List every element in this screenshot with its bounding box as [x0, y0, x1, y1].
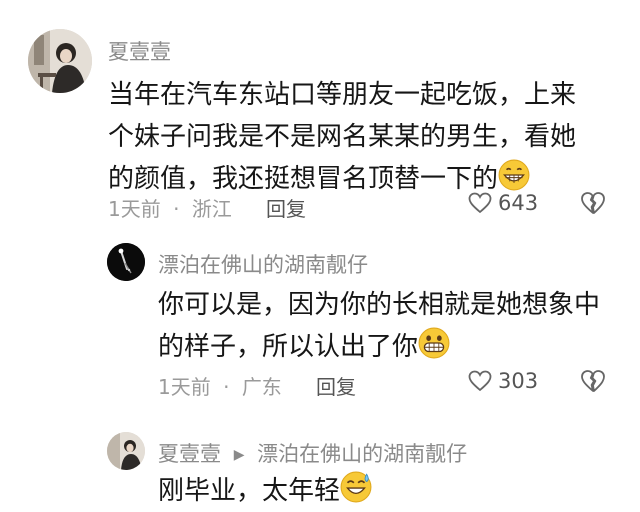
grimacing-face-icon — [418, 327, 450, 359]
meta-separator: · — [173, 197, 180, 221]
comment-location: 浙江 — [191, 197, 232, 221]
reply-button[interactable]: 回复 — [316, 371, 356, 400]
reply-header: 夏壹壹 ▶ 漂泊在佛山的湖南靓仔 — [158, 438, 467, 468]
comment-time: 1天前 — [108, 197, 161, 221]
heart-icon — [468, 370, 492, 392]
comment-username[interactable]: 夏壹壹 — [158, 442, 221, 466]
comment-text: 刚毕业，太年轻 — [158, 470, 628, 512]
comment-text: 当年在汽车东站口等朋友一起吃饭，上来 个妹子问我是不是网名某某的男生，看她 的颜… — [108, 74, 628, 200]
broken-heart-icon — [581, 370, 605, 392]
reply-arrow-icon: ▶ — [233, 447, 245, 463]
comment-line-with-emoji: 刚毕业，太年轻 — [158, 470, 628, 512]
comment-line: 你可以是，因为你的长相就是她想象中 — [158, 290, 601, 320]
reply-to-username[interactable]: 漂泊在佛山的湖南靓仔 — [257, 442, 467, 466]
avatar-photo — [28, 29, 92, 93]
comment-username[interactable]: 夏壹壹 — [108, 36, 171, 66]
like-count: 303 — [498, 369, 539, 393]
comment-text: 你可以是，因为你的长相就是她想象中 的样子，所以认出了你 — [158, 284, 628, 368]
heart-icon — [468, 192, 492, 214]
avatar-photo — [107, 432, 145, 470]
dislike-button[interactable] — [580, 369, 606, 397]
comment-location: 广东 — [241, 375, 282, 399]
comment-username[interactable]: 漂泊在佛山的湖南靓仔 — [158, 249, 368, 279]
like-count: 643 — [498, 191, 539, 215]
dislike-button[interactable] — [580, 191, 606, 219]
comment-line: 当年在汽车东站口等朋友一起吃饭，上来 — [108, 80, 577, 110]
broken-heart-icon — [581, 192, 605, 214]
avatar[interactable] — [107, 432, 145, 470]
comment-line-with-emoji: 的样子，所以认出了你 — [158, 326, 628, 368]
reply-button[interactable]: 回复 — [266, 193, 306, 222]
comment-meta: 1天前 · 广东 — [158, 371, 282, 400]
comment-meta: 1天前 · 浙江 — [108, 193, 232, 222]
sweat-smile-face-icon — [340, 471, 372, 503]
avatar[interactable] — [107, 243, 145, 281]
comment-time: 1天前 — [158, 375, 211, 399]
avatar[interactable] — [28, 29, 92, 93]
like-button[interactable]: 303 — [468, 369, 538, 393]
comment-line: 个妹子问我是不是网名某某的男生，看她 — [108, 122, 577, 152]
grinning-face-icon — [498, 159, 530, 191]
meta-separator: · — [223, 375, 230, 399]
avatar-photo — [107, 243, 145, 281]
like-button[interactable]: 643 — [468, 191, 538, 215]
